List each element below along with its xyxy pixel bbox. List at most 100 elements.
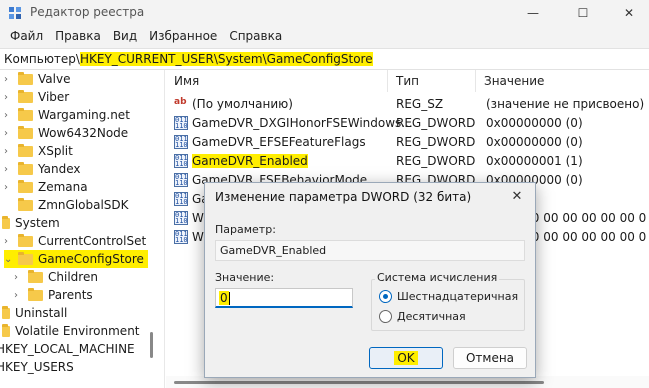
folder-icon [18, 143, 33, 157]
table-row[interactable]: ab (По умолчанию) REG_SZ (значение не пр… [166, 95, 649, 114]
binary-value-icon: 011 110 [174, 230, 188, 244]
ok-button[interactable]: OK [369, 347, 443, 369]
value-data: 0x00000000 (0) [486, 135, 583, 149]
close-button[interactable]: ✕ [606, 0, 649, 26]
scrollbar-thumb[interactable] [174, 381, 544, 384]
address-bar[interactable]: Компьютер\HKEY_CURRENT_USER\System\GameC… [0, 48, 649, 70]
tree-item-hku[interactable]: HKEY_USERS [0, 358, 74, 376]
value-data: 0x00000001 (1) [486, 154, 583, 168]
maximize-button[interactable]: ☐ [560, 0, 606, 26]
tree-item-label: Zemana [38, 180, 88, 194]
value-data: (значение не присвоено) [486, 97, 645, 111]
folder-icon [28, 287, 43, 301]
tree-item-label: Yandex [38, 162, 81, 176]
tree-item-label: ZmnGlobalSDK [38, 198, 129, 212]
registry-tree[interactable]: › Valve › Viber › Wargaming.net › Wow6432Nod… [0, 70, 165, 388]
chevron-down-icon[interactable]: ⌄ [4, 254, 14, 265]
menu-view[interactable]: Вид [107, 26, 143, 48]
tree-item-yandex[interactable]: › Yandex [4, 160, 81, 178]
folder-icon [18, 107, 33, 121]
tree-item-volatile-environment[interactable]: Volatile Environment [2, 322, 140, 340]
value-input[interactable]: 0 [215, 288, 353, 308]
tree-item-currentcontrolset[interactable]: › CurrentControlSet [4, 232, 146, 250]
base-group-label: Система исчисления [375, 271, 500, 284]
folder-open-icon [18, 251, 33, 265]
tree-item-zemana[interactable]: › Zemana [4, 178, 88, 196]
address-path: HKEY_CURRENT_USER\System\GameConfigStore [79, 52, 373, 66]
folder-icon [2, 305, 10, 319]
value-text: 0 [219, 291, 229, 305]
tree-scrollbar[interactable] [150, 332, 153, 358]
tree-item-parents[interactable]: › Parents [14, 286, 93, 304]
tree-item-xsplit[interactable]: › XSplit [4, 142, 73, 160]
menu-favorites[interactable]: Избранное [143, 26, 223, 48]
chevron-right-icon[interactable]: › [4, 146, 14, 157]
tree-item-zmnglobalsdk[interactable]: ZmnGlobalSDK [4, 196, 129, 214]
chevron-right-icon[interactable]: › [14, 290, 24, 301]
chevron-right-icon[interactable]: › [4, 182, 14, 193]
window-title: Редактор реестра [30, 5, 145, 19]
menu-help[interactable]: Справка [223, 26, 288, 48]
tree-item-label: Viber [38, 90, 70, 104]
table-row[interactable]: 011 110 GameDVR_DXGIHonorFSEWindows... RE… [166, 114, 649, 133]
value-type: REG_DWORD [396, 154, 476, 168]
folder-icon [18, 161, 33, 175]
table-row[interactable]: 011 110 GameDVR_EFSEFeatureFlags REG_DWOR… [166, 133, 649, 152]
edit-dword-dialog: Изменение параметра DWORD (32 бита) ✕ Па… [204, 182, 536, 378]
folder-icon [2, 215, 10, 229]
title-bar: Редактор реестра — ☐ ✕ [0, 0, 649, 26]
chevron-right-icon[interactable]: › [4, 128, 14, 139]
chevron-right-icon[interactable]: › [4, 74, 14, 85]
dword-value-icon: 011 110 [174, 192, 188, 206]
chevron-right-icon[interactable]: › [4, 236, 14, 247]
dword-value-icon: 011 110 [174, 116, 188, 130]
registry-editor-icon [9, 7, 21, 19]
radio-decimal[interactable] [379, 310, 392, 323]
tree-item-uninstall[interactable]: Uninstall [2, 304, 67, 322]
radio-hex[interactable] [379, 290, 392, 303]
dialog-close-button[interactable]: ✕ [505, 186, 529, 206]
param-label: Параметр: [215, 223, 276, 236]
tree-item-label: CurrentControlSet [38, 234, 147, 248]
column-header-value[interactable]: Значение [476, 70, 649, 92]
tree-item-label: HKEY_LOCAL_MACHINE [0, 342, 135, 356]
column-header-name[interactable]: Имя [166, 70, 388, 92]
tree-item-label: Uninstall [15, 306, 68, 320]
text-caret [228, 292, 230, 305]
tree-item-label: Wargaming.net [38, 108, 130, 122]
tree-item-wargaming[interactable]: › Wargaming.net [4, 106, 130, 124]
minimize-button[interactable]: — [510, 0, 556, 26]
tree-item-viber[interactable]: › Viber [4, 88, 69, 106]
tree-item-hklm[interactable]: HKEY_LOCAL_MACHINE [0, 340, 135, 358]
menu-bar: Файл Правка Вид Избранное Справка [0, 26, 649, 48]
chevron-right-icon[interactable]: › [14, 272, 24, 283]
radio-hex-label[interactable]: Шестнадцатеричная [397, 290, 518, 303]
menu-edit[interactable]: Правка [49, 26, 107, 48]
radio-decimal-label[interactable]: Десятичная [397, 310, 466, 323]
tree-item-gameconfigstore[interactable]: ⌄ GameConfigStore [4, 250, 148, 268]
value-name: GameDVR_Enabled [192, 154, 308, 168]
tree-item-label: Valve [38, 72, 71, 86]
menu-file[interactable]: Файл [4, 26, 49, 48]
tree-item-wow6432node[interactable]: › Wow6432Node [4, 124, 128, 142]
tree-item-label: Wow6432Node [38, 126, 129, 140]
param-name-field: GameDVR_Enabled [215, 240, 525, 261]
value-name: (По умолчанию) [192, 97, 293, 111]
base-group [371, 279, 525, 331]
chevron-right-icon[interactable]: › [4, 164, 14, 175]
table-row[interactable]: 011 110 GameDVR_Enabled REG_DWORD 0x00000… [166, 152, 649, 171]
tree-item-children[interactable]: › Children [14, 268, 98, 286]
folder-icon [18, 233, 33, 247]
binary-value-icon: 011 110 [174, 211, 188, 225]
value-label: Значение: [215, 271, 275, 284]
tree-item-system[interactable]: System [2, 214, 60, 232]
folder-icon [18, 179, 33, 193]
cancel-button[interactable]: Отмена [453, 347, 527, 369]
column-header-type[interactable]: Тип [388, 70, 476, 92]
chevron-right-icon[interactable]: › [4, 110, 14, 121]
tree-item-valve[interactable]: › Valve [4, 70, 70, 88]
chevron-right-icon[interactable]: › [4, 92, 14, 103]
value-type: REG_SZ [396, 97, 444, 111]
dword-value-icon: 011 110 [174, 154, 188, 168]
dword-value-icon: 011 110 [174, 173, 188, 187]
